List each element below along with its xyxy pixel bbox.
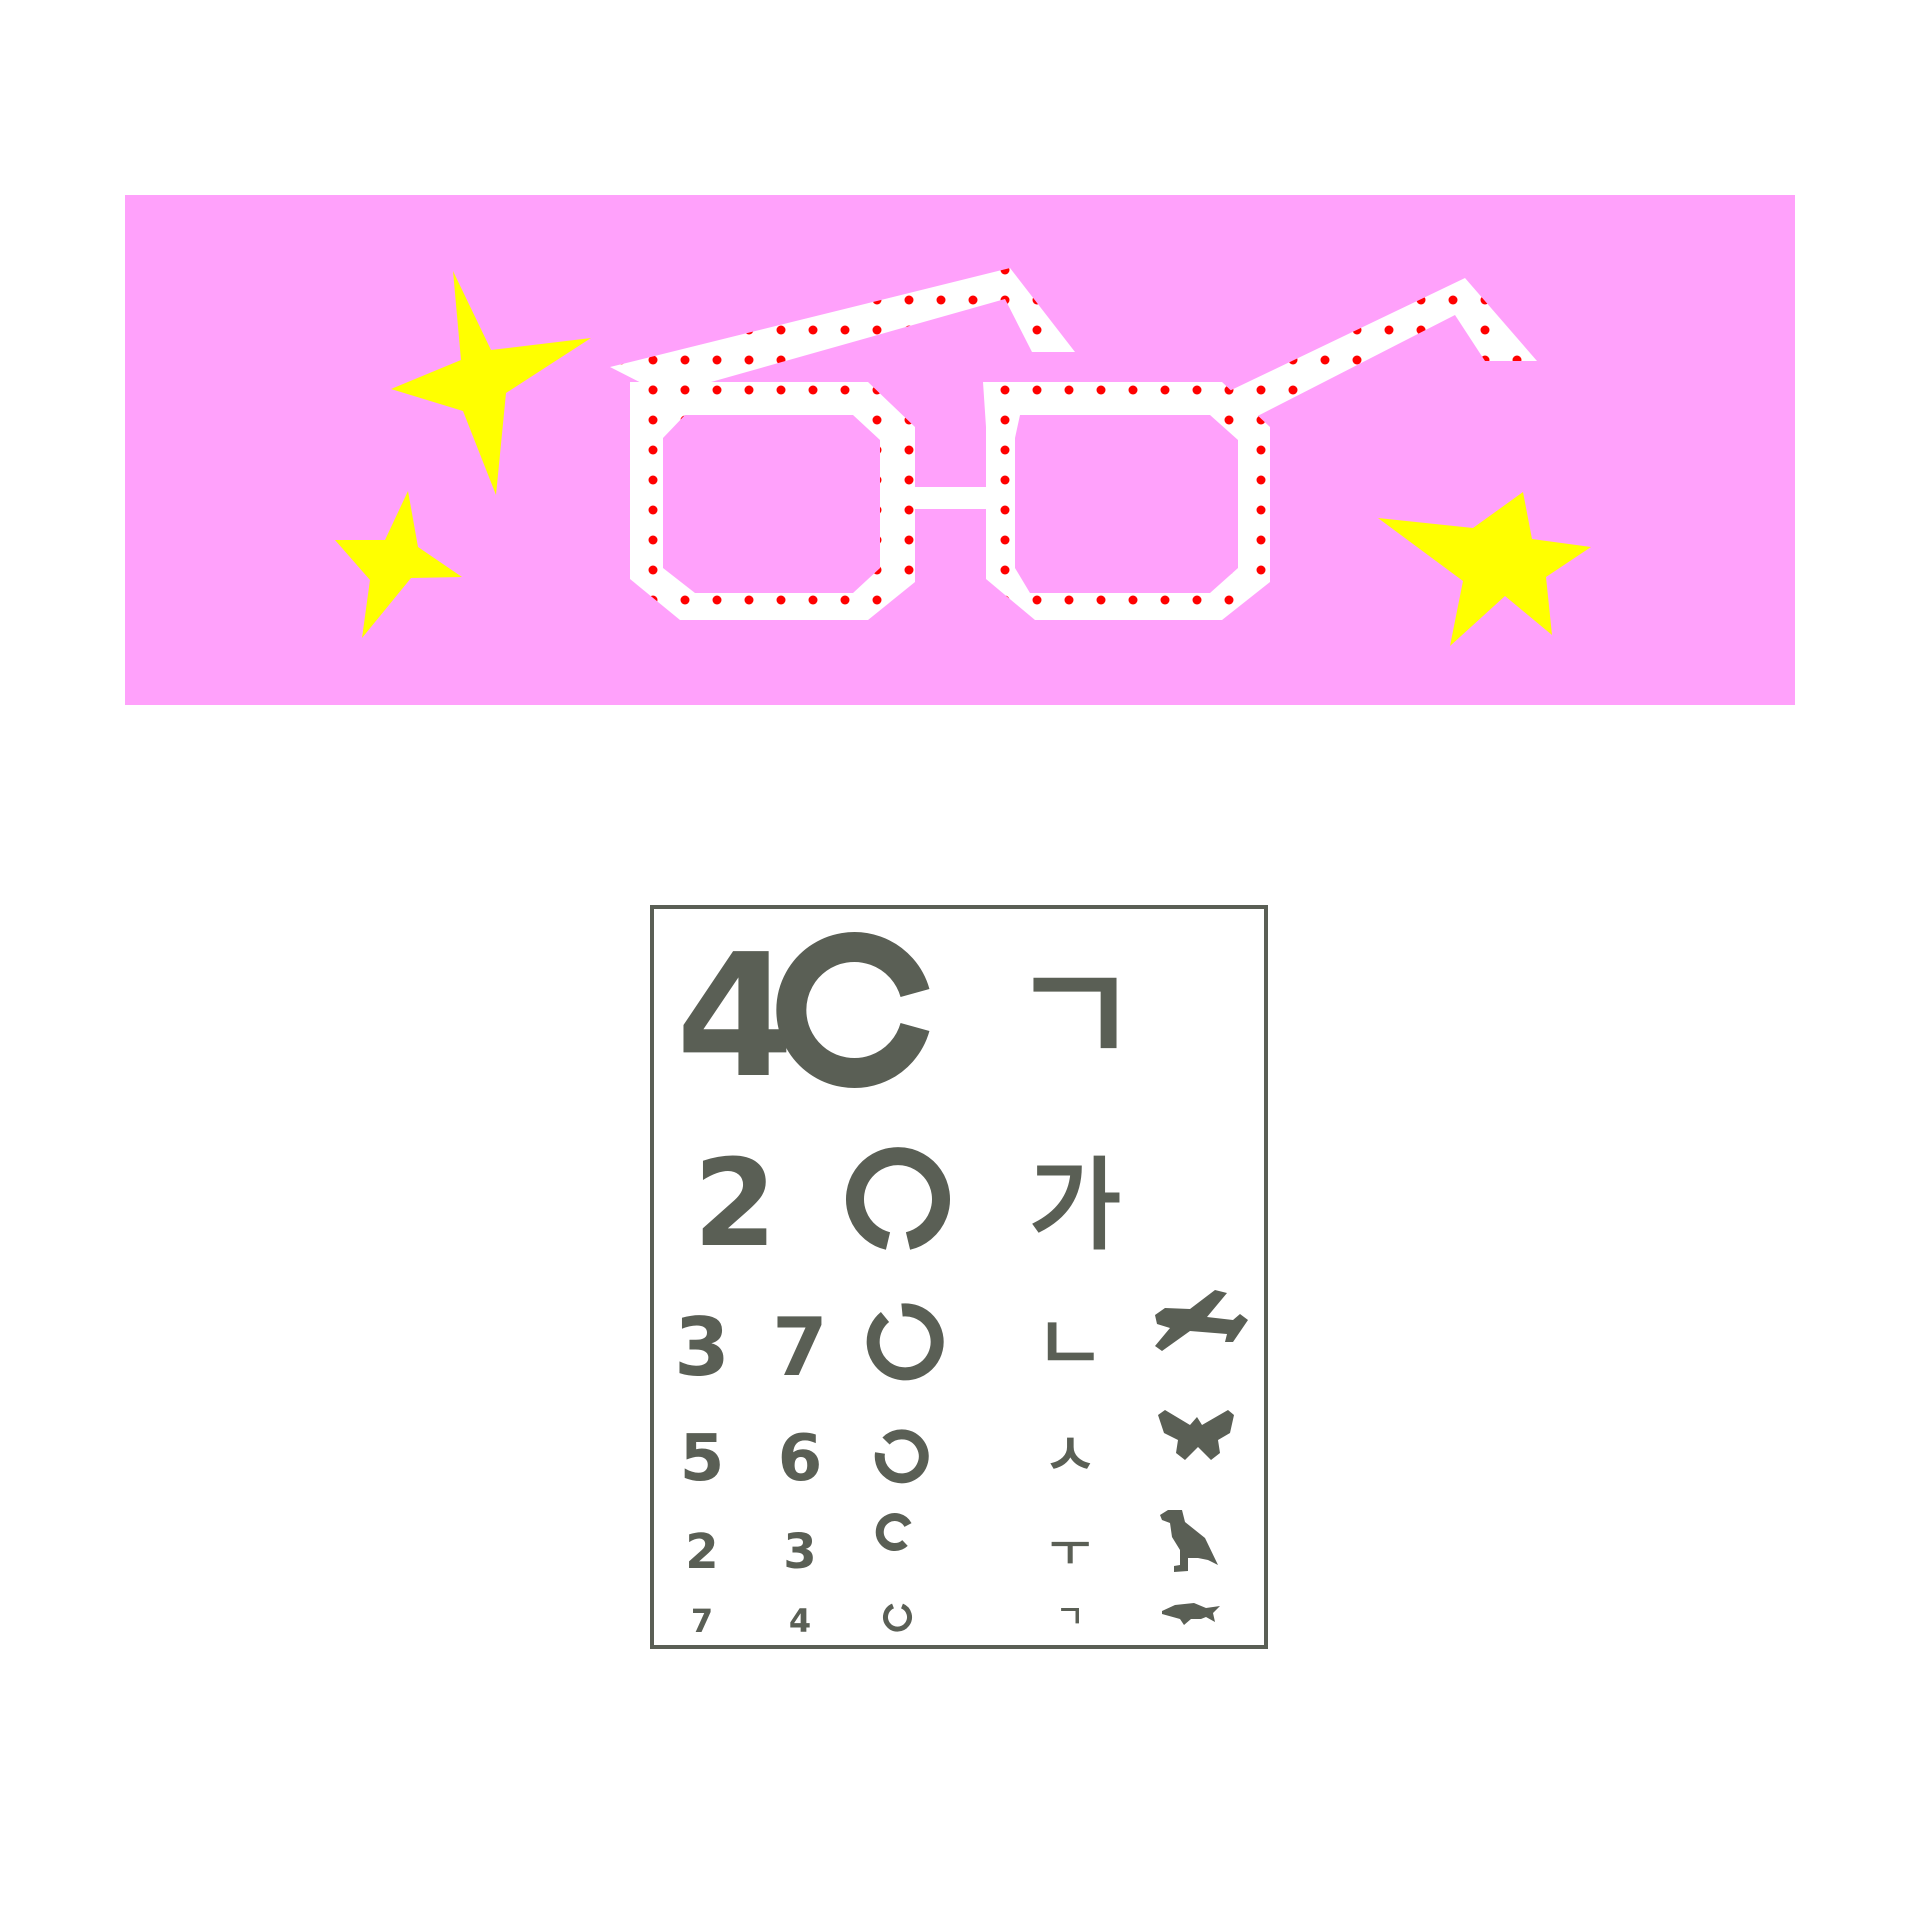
chart-symbol: ㅜ (1050, 1525, 1090, 1576)
glasses-illustration (125, 195, 1795, 705)
chart-symbol: ㅅ (1043, 1421, 1096, 1489)
chart-symbol: ㄱ (1056, 1600, 1084, 1635)
eye-chart: 4 ㄱ 2 가 3 7 ㄴ 5 6 ㅅ 2 3 ㅜ 7 4 ㄱ (650, 905, 1272, 1651)
eye-chart-graphic: 4 ㄱ 2 가 3 7 ㄴ 5 6 ㅅ 2 3 ㅜ 7 4 ㄱ (650, 905, 1268, 1649)
chart-symbol: 4 (789, 1602, 811, 1640)
chart-symbol: 7 (772, 1301, 828, 1394)
chart-symbol: 2 (693, 1135, 777, 1274)
chart-symbol: 7 (691, 1602, 713, 1640)
chart-symbol: 4 (676, 918, 794, 1116)
chart-symbol: 2 (685, 1524, 718, 1580)
chart-symbol: 3 (783, 1524, 816, 1580)
chart-symbol: 6 (778, 1422, 823, 1496)
glasses-banner (125, 195, 1795, 705)
chart-symbol: 가 (1029, 1147, 1121, 1264)
chart-symbol: ㄱ (1011, 936, 1140, 1099)
chart-symbol: ㄴ (1035, 1299, 1105, 1388)
chart-symbol: 3 (674, 1301, 730, 1394)
chart-symbol: 5 (680, 1422, 725, 1496)
